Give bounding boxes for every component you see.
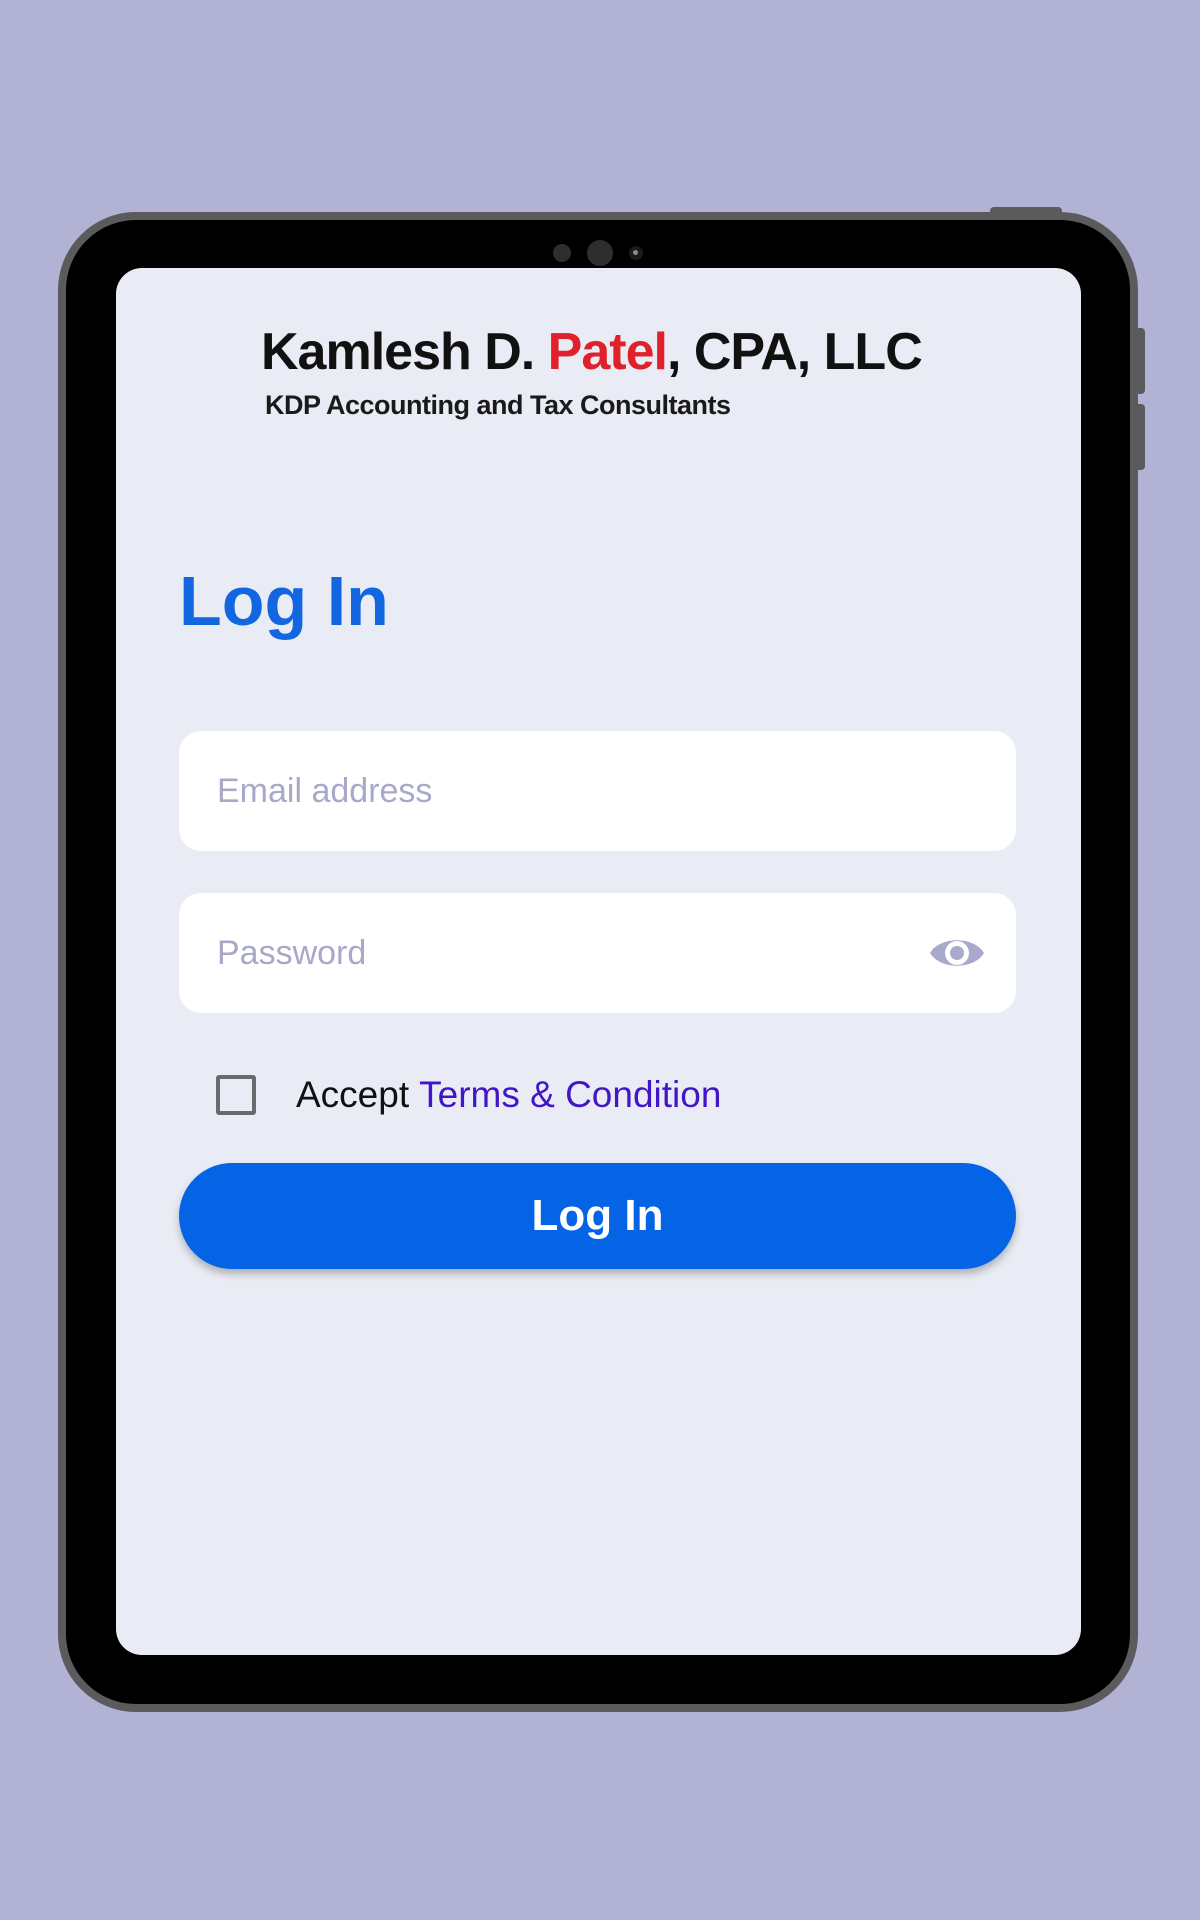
company-name-highlight: Patel (547, 323, 668, 381)
email-field-container (179, 731, 1016, 851)
accept-terms-checkbox[interactable] (216, 1075, 256, 1115)
company-name-part2: , CPA, LLC (666, 323, 923, 381)
app-screen: Kamlesh D. Patel, CPA, LLC KDP Accountin… (116, 268, 1081, 1655)
password-field[interactable] (217, 893, 897, 1013)
login-button[interactable]: Log In (179, 1163, 1016, 1269)
camera-array (66, 238, 1130, 268)
eye-icon[interactable] (928, 930, 986, 976)
terms-link[interactable]: Terms & Condition (419, 1074, 721, 1116)
password-field-container (179, 893, 1016, 1013)
terms-row: Accept Terms & Condition (216, 1070, 721, 1120)
company-tagline: KDP Accounting and Tax Consultants (265, 390, 731, 420)
company-name-part1: Kamlesh D. (261, 323, 548, 381)
company-name: Kamlesh D. Patel, CPA, LLC (261, 326, 961, 378)
accept-label: Accept (296, 1074, 410, 1115)
company-logo: Kamlesh D. Patel, CPA, LLC KDP Accountin… (261, 326, 961, 421)
sensor-dot (553, 244, 571, 262)
page-title: Log In (179, 562, 389, 640)
front-camera (587, 240, 613, 266)
camera-lens (629, 246, 643, 260)
email-field[interactable] (217, 731, 897, 851)
